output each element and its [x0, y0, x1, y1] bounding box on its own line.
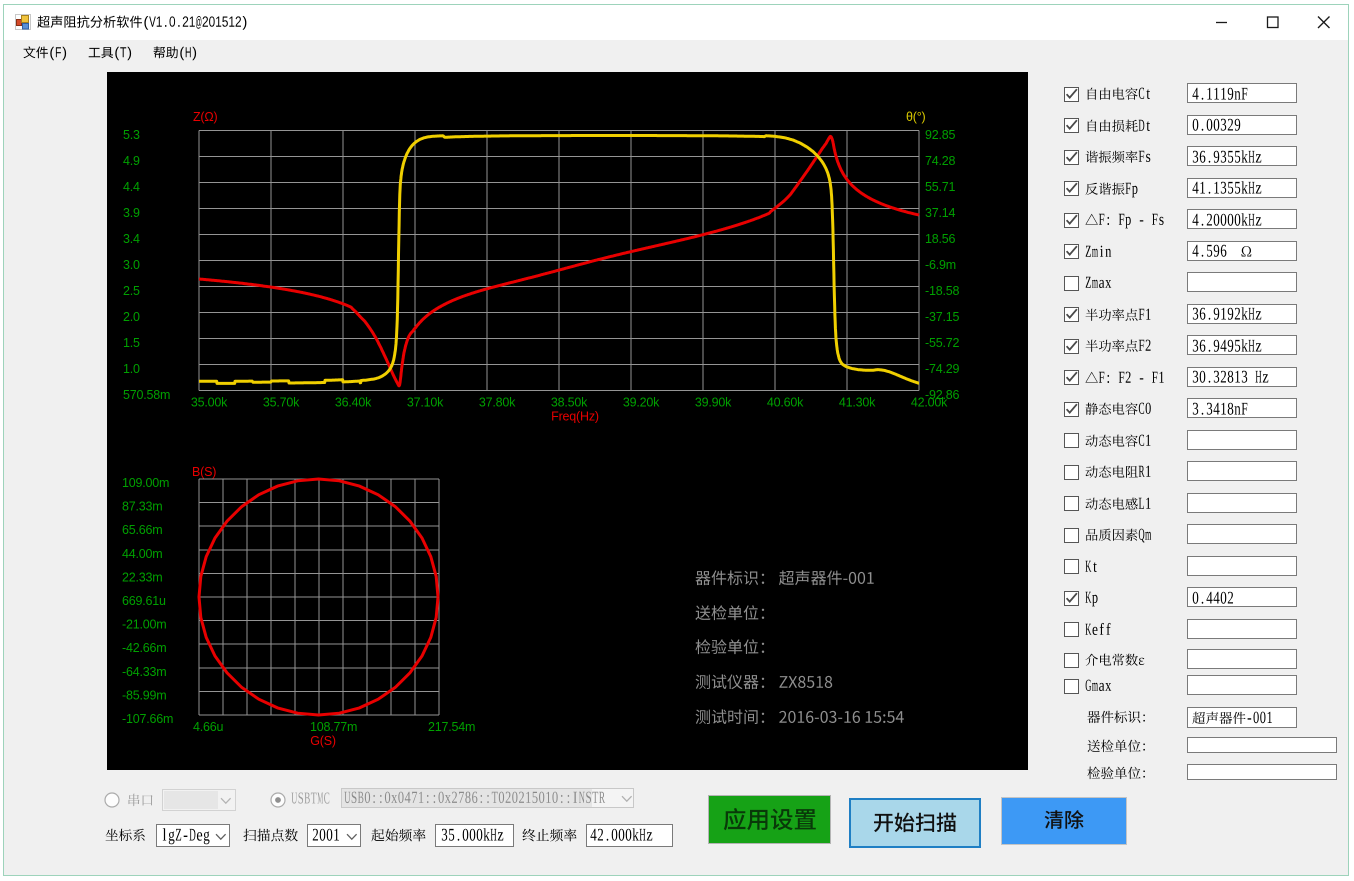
svg-text:35.70k: 35.70k: [263, 396, 300, 410]
svg-text:18.56: 18.56: [925, 232, 956, 246]
svg-text:-18.58: -18.58: [925, 284, 959, 298]
svg-text:36.40k: 36.40k: [335, 396, 372, 410]
svg-text:θ(°): θ(°): [906, 110, 926, 124]
svg-text:Z(Ω): Z(Ω): [193, 110, 218, 124]
svg-text:1.0: 1.0: [123, 362, 140, 376]
svg-text:-64.33m: -64.33m: [122, 665, 166, 679]
svg-text:55.71: 55.71: [925, 180, 956, 194]
svg-text:35.00k: 35.00k: [191, 396, 228, 410]
svg-text:37.10k: 37.10k: [407, 396, 444, 410]
svg-text:38.50k: 38.50k: [551, 396, 588, 410]
svg-text:-21.00m: -21.00m: [122, 618, 166, 632]
svg-text:-55.72: -55.72: [925, 336, 959, 350]
svg-text:2.0: 2.0: [123, 310, 140, 324]
svg-text:-37.15: -37.15: [925, 310, 959, 324]
svg-text:217.54m: 217.54m: [428, 720, 475, 734]
svg-text:-42.66m: -42.66m: [122, 641, 166, 655]
svg-text:-85.99m: -85.99m: [122, 688, 166, 702]
svg-text:3.9: 3.9: [123, 206, 140, 220]
svg-text:Freq(Hz): Freq(Hz): [551, 410, 599, 424]
svg-text:109.00m: 109.00m: [122, 476, 169, 490]
svg-text:22.33m: 22.33m: [122, 570, 163, 584]
svg-text:37.80k: 37.80k: [479, 396, 516, 410]
svg-text:3.4: 3.4: [123, 232, 140, 246]
svg-text:44.00m: 44.00m: [122, 547, 163, 561]
svg-text:570.58m: 570.58m: [123, 388, 170, 402]
svg-text:108.77m: 108.77m: [310, 720, 357, 734]
svg-text:40.60k: 40.60k: [767, 396, 804, 410]
svg-text:41.30k: 41.30k: [839, 396, 876, 410]
svg-text:87.33m: 87.33m: [122, 500, 163, 514]
svg-text:37.14: 37.14: [925, 206, 956, 220]
svg-text:4.66u: 4.66u: [193, 720, 224, 734]
svg-text:-6.9m: -6.9m: [925, 258, 956, 272]
svg-text:2.5: 2.5: [123, 284, 140, 298]
svg-text:4.4: 4.4: [123, 180, 140, 194]
svg-text:39.20k: 39.20k: [623, 396, 660, 410]
svg-text:-74.29: -74.29: [925, 362, 959, 376]
svg-text:B(S): B(S): [192, 465, 216, 479]
svg-text:65.66m: 65.66m: [122, 523, 163, 537]
svg-text:4.9: 4.9: [123, 154, 140, 168]
svg-text:G(S): G(S): [310, 734, 336, 748]
svg-text:669.61u: 669.61u: [122, 594, 166, 608]
svg-text:74.28: 74.28: [925, 154, 956, 168]
svg-text:3.0: 3.0: [123, 258, 140, 272]
svg-text:1.5: 1.5: [123, 336, 140, 350]
svg-text:42.00k: 42.00k: [911, 396, 948, 410]
svg-text:5.3: 5.3: [123, 128, 140, 142]
svg-text:92.85: 92.85: [925, 128, 956, 142]
svg-text:-107.66m: -107.66m: [122, 712, 173, 726]
svg-text:39.90k: 39.90k: [695, 396, 732, 410]
